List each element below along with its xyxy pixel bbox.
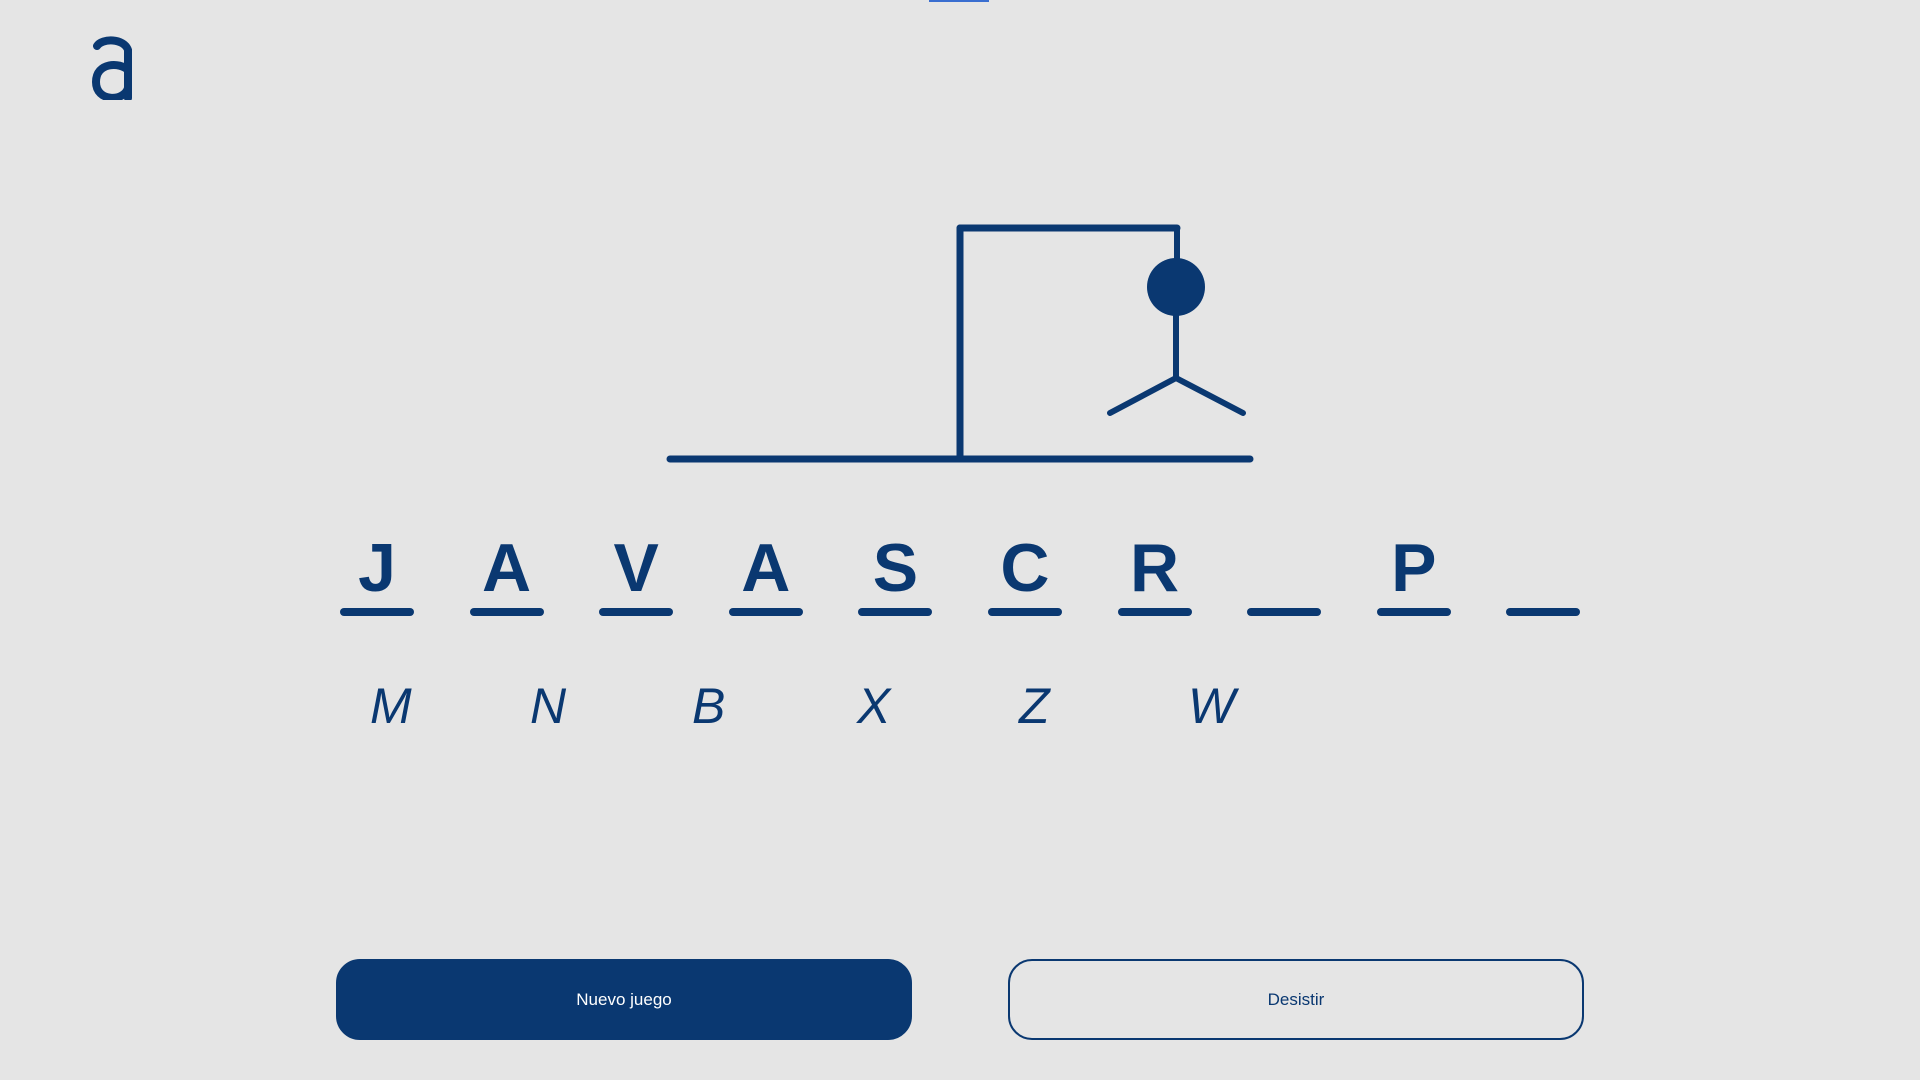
letter-slot: V [599, 528, 674, 618]
new-game-button[interactable]: Nuevo juego [336, 959, 912, 1040]
letter-slot: J [340, 528, 414, 618]
alura-a-logo-icon[interactable] [90, 36, 134, 100]
wrong-letter: M [370, 678, 412, 734]
letter-char: P [1391, 530, 1437, 606]
give-up-button[interactable]: Desistir [1008, 959, 1584, 1040]
letter-underline [1247, 608, 1322, 616]
secret-word: JAVASCRP [340, 528, 1636, 618]
wrong-letter: Z [1019, 678, 1050, 734]
hangman-gallows [666, 224, 1254, 463]
letter-underline [340, 608, 414, 616]
letter-char: S [872, 530, 919, 606]
new-game-button-label: Nuevo juego [576, 989, 672, 1009]
letter-slot: R [1117, 528, 1192, 618]
wrong-letter: W [1188, 678, 1236, 734]
wrong-letters: MNBXZW [340, 676, 1340, 736]
hangman-right-arm [1173, 375, 1246, 416]
wrong-letter: X [857, 678, 891, 734]
letter-slot [1506, 528, 1581, 618]
hangman-left-arm [1107, 375, 1179, 416]
letter-slot: C [987, 528, 1062, 618]
letter-char: V [613, 530, 659, 606]
letter-underline [1506, 608, 1581, 616]
letter-char: R [1130, 530, 1180, 606]
give-up-button-label: Desistir [1267, 989, 1325, 1009]
letter-underline [987, 608, 1062, 616]
letter-char: J [358, 530, 396, 606]
top-indicator-bar [929, 0, 989, 2]
letter-underline [728, 608, 803, 616]
letter-slot [1247, 528, 1322, 618]
letter-underline [599, 608, 674, 616]
wrong-letter: B [692, 678, 726, 734]
letter-underline [858, 608, 933, 616]
letter-char: C [1000, 530, 1050, 606]
letter-char: A [482, 530, 532, 606]
letter-slot: S [858, 528, 933, 618]
letter-underline [469, 608, 544, 616]
letter-underline [1376, 608, 1451, 616]
letter-char: A [741, 530, 791, 606]
letter-slot: A [728, 528, 803, 618]
letter-slot: P [1376, 528, 1451, 618]
letter-underline [1117, 608, 1192, 616]
game-page: J A V A S C R P M N B X Z W Nuevo juego Desistir [0, 0, 1920, 1080]
letter-slot: A [469, 528, 544, 618]
wrong-letter: N [530, 678, 567, 734]
